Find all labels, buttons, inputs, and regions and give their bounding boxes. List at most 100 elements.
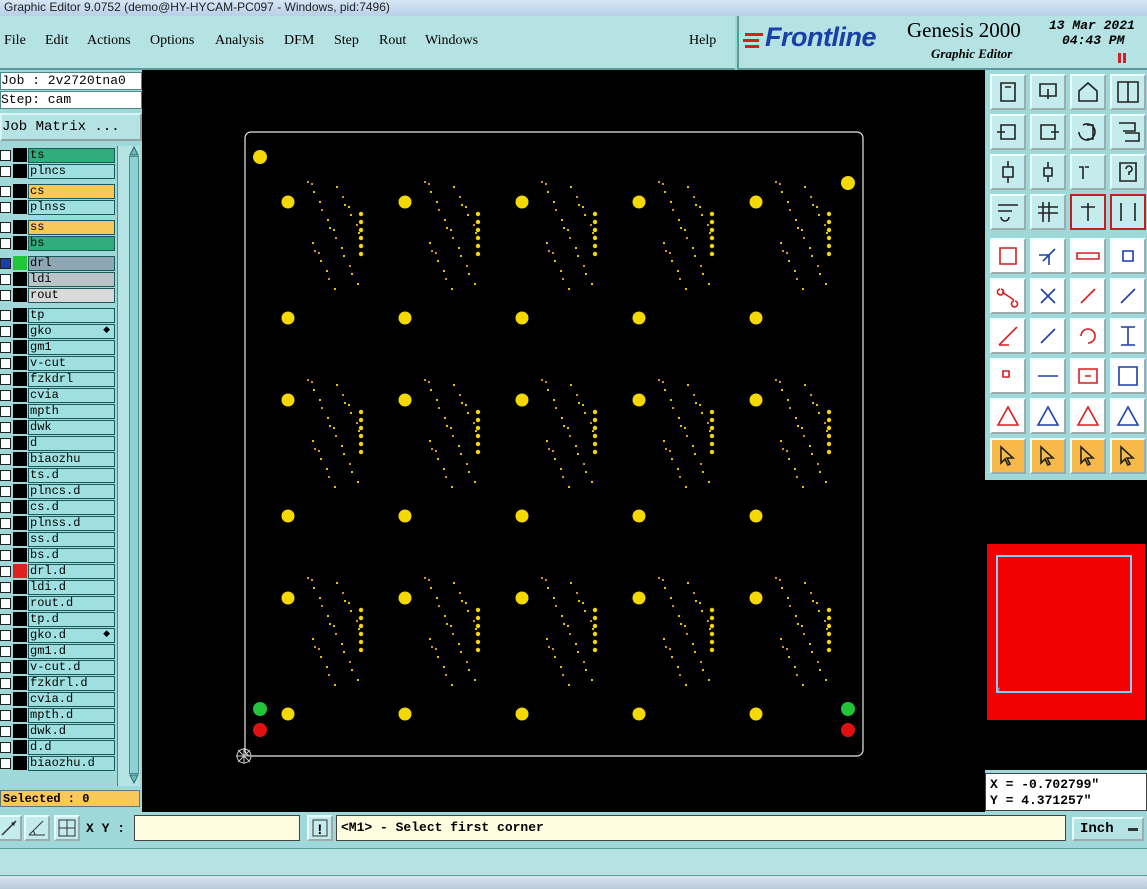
layer-checkbox[interactable]: [0, 166, 11, 177]
layer-row[interactable]: fzkdrl: [0, 372, 116, 387]
pad-icon[interactable]: [1110, 238, 1146, 274]
layer-color-swatch[interactable]: [13, 612, 27, 626]
layer-row[interactable]: ldi: [0, 272, 116, 287]
layer-color-swatch[interactable]: [13, 340, 27, 354]
layer-color-swatch[interactable]: [13, 740, 27, 754]
triangle-a-icon[interactable]: [990, 398, 1026, 434]
resize-icon[interactable]: [1070, 358, 1106, 394]
layer-checkbox[interactable]: [0, 742, 11, 753]
layer-color-swatch[interactable]: [13, 420, 27, 434]
layer-row[interactable]: v-cut: [0, 356, 116, 371]
layer-color-swatch[interactable]: [13, 564, 27, 578]
snap-icon[interactable]: [0, 815, 22, 841]
layer-row[interactable]: ss.d: [0, 532, 116, 547]
layer-name[interactable]: gm1: [28, 340, 115, 355]
layer-name[interactable]: ss.d: [28, 532, 115, 547]
menu-rout[interactable]: Rout: [379, 33, 406, 49]
layer-name[interactable]: ts.d: [28, 468, 115, 483]
layer-checkbox[interactable]: [0, 758, 11, 769]
group-icon[interactable]: [1110, 358, 1146, 394]
layer-row[interactable]: ts: [0, 148, 116, 163]
layer-checkbox[interactable]: [0, 274, 11, 285]
layer-name[interactable]: dwk: [28, 420, 115, 435]
triangle-b-icon[interactable]: [1030, 398, 1066, 434]
layer-checkbox[interactable]: [0, 438, 11, 449]
layer-color-swatch[interactable]: [13, 596, 27, 610]
layer-row[interactable]: gko ◆: [0, 324, 116, 339]
layer-checkbox[interactable]: [0, 342, 11, 353]
layer-name[interactable]: biaozhu: [28, 452, 115, 467]
zoom-next-icon[interactable]: [1030, 114, 1066, 150]
menu-file[interactable]: File: [4, 33, 26, 49]
layer-row[interactable]: mpth: [0, 404, 116, 419]
layer-row[interactable]: plncs: [0, 164, 116, 179]
home-icon[interactable]: [1070, 74, 1106, 110]
pointer-arc-icon[interactable]: [1070, 438, 1106, 474]
layer-color-swatch[interactable]: [13, 468, 27, 482]
save-icon[interactable]: [1030, 74, 1066, 110]
layer-name[interactable]: tp: [28, 308, 115, 323]
redraw-icon[interactable]: [1070, 114, 1106, 150]
layer-checkbox[interactable]: [0, 502, 11, 513]
layer-color-swatch[interactable]: [13, 324, 27, 338]
zoom-fit-icon[interactable]: [990, 154, 1026, 190]
layer-row[interactable]: tp: [0, 308, 116, 323]
layer-color-swatch[interactable]: [13, 708, 27, 722]
layer-color-swatch[interactable]: [13, 516, 27, 530]
layer-row[interactable]: mpth.d: [0, 708, 116, 723]
layer-color-swatch[interactable]: [13, 628, 27, 642]
layer-checkbox[interactable]: [0, 150, 11, 161]
line-icon[interactable]: [1030, 318, 1066, 354]
menu-step[interactable]: Step: [334, 33, 359, 49]
select-icon[interactable]: [990, 238, 1026, 274]
arc-icon[interactable]: [1070, 318, 1106, 354]
layer-row[interactable]: cvia.d: [0, 692, 116, 707]
menu-actions[interactable]: Actions: [87, 33, 131, 49]
layer-checkbox[interactable]: [0, 646, 11, 657]
menu-options[interactable]: Options: [150, 33, 194, 49]
layer-color-swatch[interactable]: [13, 580, 27, 594]
layer-checkbox[interactable]: [0, 630, 11, 641]
layer-checkbox[interactable]: [0, 694, 11, 705]
polygon-icon[interactable]: [1030, 238, 1066, 274]
layer-checkbox[interactable]: [0, 454, 11, 465]
help-icon[interactable]: [1110, 154, 1146, 190]
zoom-center-icon[interactable]: [1030, 154, 1066, 190]
layer-checkbox[interactable]: [0, 518, 11, 529]
layer-color-swatch[interactable]: [13, 256, 27, 270]
layer-checkbox[interactable]: [0, 406, 11, 417]
job-matrix-button[interactable]: Job Matrix ...: [0, 113, 142, 141]
layer-row[interactable]: biaozhu: [0, 452, 116, 467]
layer-checkbox[interactable]: [0, 358, 11, 369]
angle-snap-icon[interactable]: [24, 815, 50, 841]
layer-name[interactable]: d: [28, 436, 115, 451]
layer-color-swatch[interactable]: [13, 724, 27, 738]
layer-row[interactable]: d: [0, 436, 116, 451]
layer-row[interactable]: drl: [0, 256, 116, 271]
layer-row[interactable]: rout.d: [0, 596, 116, 611]
layer-row[interactable]: plnss: [0, 200, 116, 215]
layer-checkbox[interactable]: [0, 186, 11, 197]
layer-row[interactable]: cvia: [0, 388, 116, 403]
layer-name[interactable]: v-cut.d: [28, 660, 115, 675]
rotate-icon[interactable]: [1110, 114, 1146, 150]
layer-color-swatch[interactable]: [13, 532, 27, 546]
layer-checkbox[interactable]: [0, 258, 11, 269]
layer-name[interactable]: plnss.d: [28, 516, 115, 531]
layer-color-swatch[interactable]: [13, 660, 27, 674]
layer-row[interactable]: cs: [0, 184, 116, 199]
layer-name[interactable]: rout.d: [28, 596, 115, 611]
cross-icon[interactable]: [1030, 278, 1066, 314]
layer-row[interactable]: bs: [0, 236, 116, 251]
layer-list-scrollbar[interactable]: [117, 146, 140, 786]
scroll-down-icon[interactable]: [129, 774, 139, 784]
layer-row[interactable]: plncs.d: [0, 484, 116, 499]
layer-checkbox[interactable]: [0, 582, 11, 593]
layer-name[interactable]: ldi: [28, 272, 115, 287]
layer-color-swatch[interactable]: [13, 200, 27, 214]
line-angle-icon[interactable]: [990, 318, 1026, 354]
layer-checkbox[interactable]: [0, 422, 11, 433]
layer-checkbox[interactable]: [0, 486, 11, 497]
zoom-1-2-icon[interactable]: [1070, 154, 1106, 190]
layer-name[interactable]: ts: [28, 148, 115, 163]
